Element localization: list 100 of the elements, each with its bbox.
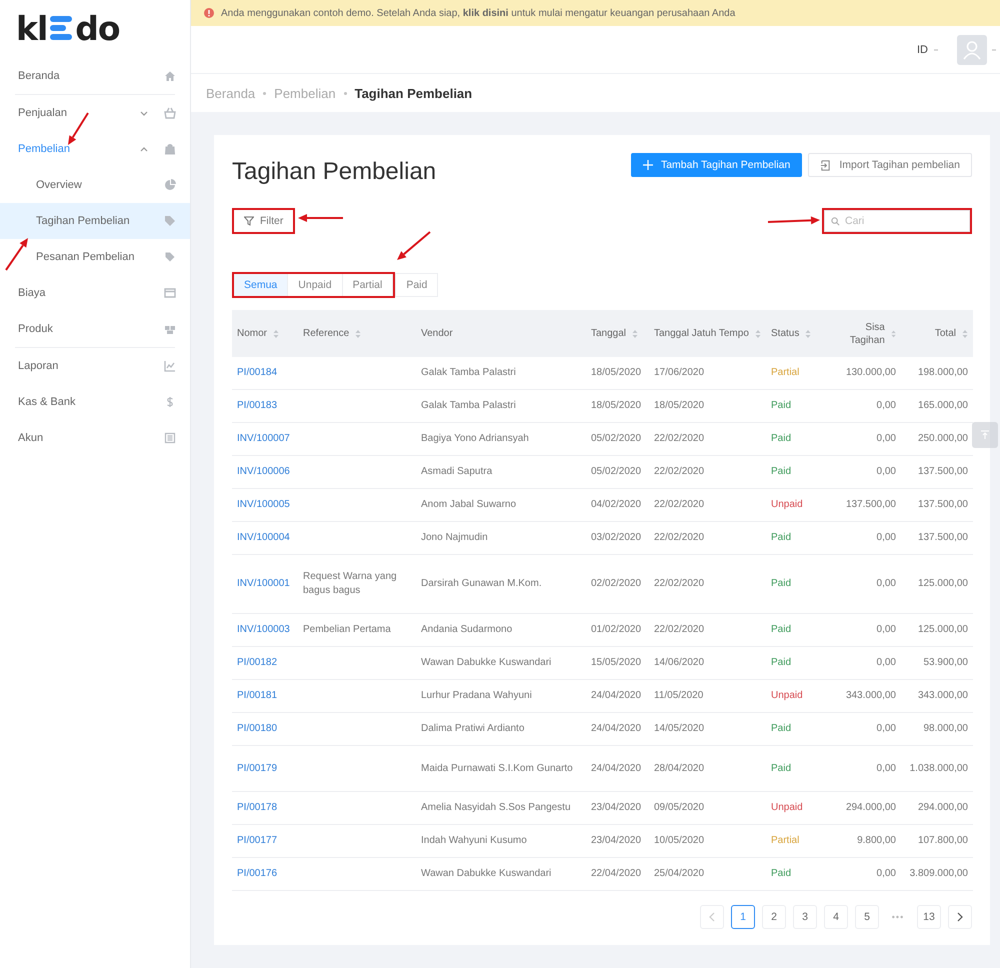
page-button[interactable]: 13 — [917, 905, 941, 929]
column-header[interactable]: Reference — [298, 310, 416, 357]
table-cell: 14/05/2020 — [654, 723, 704, 734]
column-header[interactable]: Tanggal Jatuh Tempo — [649, 310, 766, 357]
table-cell: Wawan Dabukke Kuswandari — [421, 868, 552, 879]
bill-number-link[interactable]: PI/00184 — [237, 367, 278, 378]
previous-page-button[interactable] — [700, 905, 724, 929]
page-button[interactable]: 2 — [762, 905, 786, 929]
bill-number-link[interactable]: INV/100003 — [237, 624, 290, 635]
column-header[interactable]: Total — [901, 310, 973, 357]
breadcrumb-link[interactable]: Beranda — [206, 86, 256, 100]
table-cell: Maida Purnawati S.I.Kom Gunarto — [421, 762, 573, 774]
table-cell: 98.000,00 — [924, 723, 968, 734]
column-header[interactable]: Vendor — [416, 310, 586, 357]
sort-icon[interactable] — [755, 328, 761, 338]
next-page-button[interactable] — [948, 905, 972, 929]
sidebar-item[interactable]: Kas & Bank — [0, 384, 190, 420]
sort-icon[interactable] — [273, 328, 280, 338]
table-cell: 0,00 — [876, 400, 896, 411]
sidebar-item[interactable]: Beranda — [0, 58, 190, 94]
sidebar-item[interactable]: Penjualan — [0, 95, 190, 131]
search-icon — [831, 217, 840, 226]
sidebar-item[interactable]: Laporan — [0, 348, 190, 384]
add-bill-button[interactable]: Tambah Tagihan Pembelian — [630, 153, 802, 177]
table-cell: 165.000,00 — [918, 400, 968, 411]
table-cell: 23/04/2020 — [591, 802, 642, 813]
column-header[interactable]: Sisa Tagihan — [831, 310, 901, 357]
sidebar-subitem[interactable]: Overview — [0, 167, 190, 203]
chevron-right-icon — [957, 912, 963, 922]
bill-number-link[interactable]: PI/00178 — [237, 802, 278, 813]
bill-number-link[interactable]: INV/100001 — [237, 578, 290, 589]
status-tab[interactable]: Paid — [395, 273, 438, 297]
status-label: Paid — [771, 868, 792, 879]
bill-number-link[interactable]: PI/00180 — [237, 723, 278, 734]
avatar-icon[interactable] — [957, 34, 987, 64]
status-label: Paid — [771, 466, 792, 477]
sort-icon[interactable] — [805, 328, 812, 338]
table-cell: 02/02/2020 — [591, 578, 642, 589]
table-cell: 0,00 — [876, 762, 896, 774]
status-tab[interactable]: Semua — [234, 274, 288, 296]
table-cell: 22/02/2020 — [654, 624, 704, 635]
bill-number-link[interactable]: PI/00183 — [237, 400, 278, 411]
table-cell: 53.900,00 — [924, 657, 968, 668]
sort-icon[interactable] — [890, 328, 896, 338]
table-cell: 25/04/2020 — [654, 868, 704, 879]
table-cell: Asmadi Saputra — [421, 466, 492, 477]
table-cell: 0,00 — [876, 657, 896, 668]
page-button[interactable]: 4 — [824, 905, 848, 929]
table-cell: 28/04/2020 — [654, 762, 704, 774]
pie-icon — [164, 179, 176, 191]
sidebar-item[interactable]: Akun — [0, 420, 190, 456]
bill-number-link[interactable]: PI/00181 — [237, 690, 278, 701]
table-cell: 137.500,00 — [846, 499, 896, 510]
page-button[interactable]: 3 — [793, 905, 817, 929]
bill-number-link[interactable]: INV/100006 — [237, 466, 290, 477]
dollar-icon — [164, 396, 176, 408]
bill-number-link[interactable]: INV/100005 — [237, 499, 290, 510]
bill-number-link[interactable]: INV/100007 — [237, 433, 290, 444]
table-cell: 3.809.000,00 — [910, 868, 968, 879]
bill-number-link[interactable]: PI/00177 — [237, 835, 278, 846]
table-cell: 10/05/2020 — [654, 835, 704, 846]
caret-icon — [933, 48, 939, 52]
boxes-icon — [164, 323, 176, 335]
table-cell: 15/05/2020 — [591, 657, 642, 668]
breadcrumb-link[interactable]: Pembelian — [274, 86, 336, 100]
table-cell: 18/05/2020 — [654, 400, 704, 411]
table-cell: 343.000,00 — [918, 690, 968, 701]
table-cell: 0,00 — [876, 723, 896, 734]
column-header[interactable]: Nomor — [232, 310, 298, 357]
table-cell: 18/05/2020 — [591, 367, 642, 378]
table-cell: Pembelian Pertama — [303, 624, 391, 635]
status-label: Paid — [771, 657, 792, 668]
sidebar-item[interactable]: Pembelian — [0, 131, 190, 167]
status-label: Partial — [771, 835, 800, 846]
bill-number-link[interactable]: PI/00182 — [237, 657, 278, 668]
sidebar-subitem[interactable]: Tagihan Pembelian — [0, 203, 190, 239]
scroll-top-button[interactable] — [972, 422, 998, 448]
table-cell: 24/04/2020 — [591, 762, 642, 774]
page-button[interactable]: 1 — [731, 905, 755, 929]
sidebar-item[interactable]: Biaya — [0, 275, 190, 311]
plus-icon — [642, 160, 653, 170]
caret-icon[interactable] — [991, 48, 997, 52]
sidebar-item[interactable]: Produk — [0, 311, 190, 347]
bill-number-link[interactable]: PI/00179 — [237, 762, 278, 774]
language-dropdown[interactable]: ID — [917, 44, 939, 56]
search-field[interactable]: Cari — [824, 210, 970, 232]
column-header[interactable]: Status — [766, 310, 831, 357]
logo: kl do — [15, 8, 121, 50]
import-button[interactable]: Import Tagihan pembelian — [808, 153, 972, 177]
tag-icon — [164, 251, 176, 263]
page-button[interactable]: 5 — [855, 905, 879, 929]
basket-icon — [164, 107, 176, 119]
bill-number-link[interactable]: INV/100004 — [237, 532, 290, 543]
card-icon — [164, 287, 176, 299]
sort-icon[interactable] — [355, 328, 362, 338]
sort-icon[interactable] — [632, 328, 638, 338]
column-header[interactable]: Tanggal — [586, 310, 649, 357]
bill-number-link[interactable]: PI/00176 — [237, 868, 278, 879]
sort-icon[interactable] — [962, 328, 968, 338]
sidebar-subitem[interactable]: Pesanan Pembelian — [0, 239, 190, 275]
